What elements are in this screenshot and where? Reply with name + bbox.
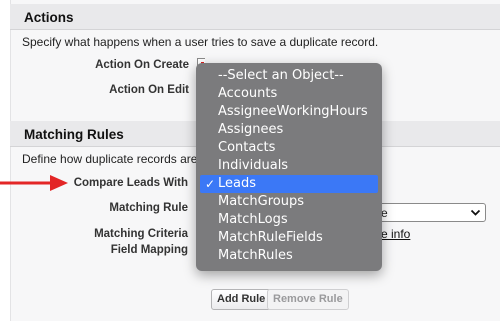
compare-leads-with-label: Compare Leads With xyxy=(73,177,188,189)
field-mapping-label: Field Mapping xyxy=(110,244,188,256)
action-on-edit-label: Action On Edit xyxy=(109,84,189,96)
add-rule-button[interactable]: Add Rule xyxy=(211,289,272,310)
dropdown-option[interactable]: MatchRules xyxy=(196,247,382,265)
actions-section-header: Actions xyxy=(10,4,500,30)
dropdown-option[interactable]: --Select an Object-- xyxy=(196,67,382,85)
dropdown-option-label: Leads xyxy=(218,176,257,191)
more-info-link[interactable]: re info xyxy=(377,227,410,241)
matching-criteria-label: Matching Criteria xyxy=(94,228,188,240)
dropdown-option[interactable]: Assignees xyxy=(196,121,382,139)
actions-description: Specify what happens when a user tries t… xyxy=(22,35,379,49)
dropdown-option[interactable]: Accounts xyxy=(196,85,382,103)
action-on-create-label: Action On Create xyxy=(95,59,189,71)
remove-rule-button[interactable]: Remove Rule xyxy=(267,289,349,310)
matching-rules-description: Define how duplicate records are ic xyxy=(22,152,210,166)
matching-rule-value: e xyxy=(381,206,388,220)
chevron-down-icon xyxy=(470,209,481,216)
matching-rule-label: Matching Rule xyxy=(109,202,188,214)
dropdown-option[interactable]: AssigneeWorkingHours xyxy=(196,103,382,121)
object-dropdown-menu[interactable]: --Select an Object-- Accounts AssigneeWo… xyxy=(196,63,382,271)
dropdown-option[interactable]: MatchLogs xyxy=(196,211,382,229)
dropdown-option[interactable]: MatchRuleFields xyxy=(196,229,382,247)
dropdown-option-selected[interactable]: ✓ Leads xyxy=(200,175,378,193)
dropdown-option[interactable]: Individuals xyxy=(196,157,382,175)
dropdown-option[interactable]: Contacts xyxy=(196,139,382,157)
checkmark-icon: ✓ xyxy=(205,177,216,191)
dropdown-option[interactable]: MatchGroups xyxy=(196,193,382,211)
matching-rule-select[interactable]: e xyxy=(378,203,486,222)
